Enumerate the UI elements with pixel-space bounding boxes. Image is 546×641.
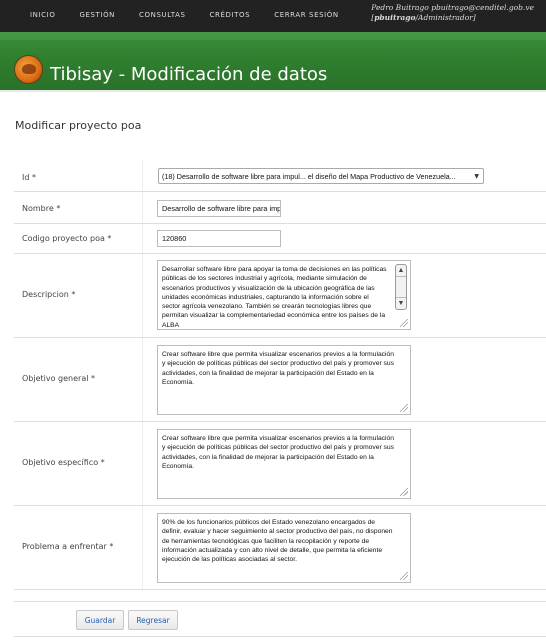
resize-handle-icon[interactable] (400, 404, 408, 412)
back-button[interactable]: Regresar (128, 610, 178, 630)
app-title: Tibisay - Modificación de datos (50, 64, 328, 85)
nav-inicio[interactable]: INICIO (30, 11, 55, 19)
nombre-input[interactable]: Desarrollo de software libre para impuls… (157, 200, 281, 217)
id-label: Id * (22, 173, 36, 182)
id-select[interactable]: (18) Desarrollo de software libre para i… (158, 168, 484, 184)
id-select-value: (18) Desarrollo de software libre para i… (162, 172, 456, 181)
scroll-down-icon[interactable]: ▼ (396, 297, 406, 309)
form-row-descripcion: Descripcion * Desarrollar software libre… (14, 254, 546, 338)
codigo-input[interactable]: 120860 (157, 230, 281, 247)
user-info: Pedro Buitrago pbuitrago@cenditel.gob.ve… (371, 3, 534, 23)
main-menu: INICIO GESTIÓN CONSULTAS CRÉDITOS CERRAR… (18, 11, 363, 19)
user-role: [pbuitrago/Administrador] (371, 13, 476, 22)
objetivo-especifico-label: Objetivo específico * (22, 458, 105, 467)
nav-gestion[interactable]: GESTIÓN (79, 11, 115, 19)
objetivo-general-label: Objetivo general * (22, 374, 95, 383)
user-username: pbuitrago (374, 13, 416, 22)
form-row-problema: Problema a enfrentar * 90% de los funcio… (14, 506, 546, 590)
problema-text: 90% de los funcionarios públicos del Est… (162, 519, 393, 564)
save-button[interactable]: Guardar (76, 610, 124, 630)
dropdown-arrow-icon: ▼ (474, 173, 479, 180)
nav-consultas[interactable]: CONSULTAS (139, 11, 186, 19)
codigo-label: Codigo proyecto poa * (22, 234, 112, 243)
descripcion-label: Descripcion * (22, 290, 76, 299)
page-title: Modificar proyecto poa (15, 119, 142, 132)
descripcion-scrollbar[interactable]: ▲ ▼ (395, 264, 407, 310)
form-row-codigo: Codigo proyecto poa * 120860 (14, 224, 546, 254)
nombre-label: Nombre * (22, 204, 61, 213)
resize-handle-icon[interactable] (400, 488, 408, 496)
objetivo-general-text: Crear software libre que permita visuali… (162, 351, 394, 386)
tibisay-logo-icon (14, 55, 43, 84)
scroll-up-icon[interactable]: ▲ (396, 265, 406, 277)
objetivo-especifico-text: Crear software libre que permita visuali… (162, 435, 394, 470)
descripcion-textarea[interactable]: Desarrollar software libre para apoyar l… (157, 260, 411, 330)
nav-creditos[interactable]: CRÉDITOS (210, 11, 251, 19)
resize-handle-icon[interactable] (400, 319, 408, 327)
nav-cerrar-sesion[interactable]: CERRAR SESIÓN (274, 11, 339, 19)
form-actions: Guardar Regresar (14, 601, 546, 637)
problema-textarea[interactable]: 90% de los funcionarios públicos del Est… (157, 513, 411, 583)
user-name-email: Pedro Buitrago pbuitrago@cenditel.gob.ve (371, 3, 534, 12)
objetivo-general-textarea[interactable]: Crear software libre que permita visuali… (157, 345, 411, 415)
objetivo-especifico-textarea[interactable]: Crear software libre que permita visuali… (157, 429, 411, 499)
form-row-nombre: Nombre * Desarrollo de software libre pa… (14, 192, 546, 224)
form-row-id: Id * (18) Desarrollo de software libre p… (14, 160, 546, 192)
problema-label: Problema a enfrentar * (22, 542, 114, 551)
form-row-objetivo-especifico: Objetivo específico * Crear software lib… (14, 422, 546, 506)
resize-handle-icon[interactable] (400, 572, 408, 580)
descripcion-text: Desarrollar software libre para apoyar l… (162, 266, 387, 329)
form-row-objetivo-general: Objetivo general * Crear software libre … (14, 338, 546, 422)
top-navbar: INICIO GESTIÓN CONSULTAS CRÉDITOS CERRAR… (0, 0, 546, 32)
